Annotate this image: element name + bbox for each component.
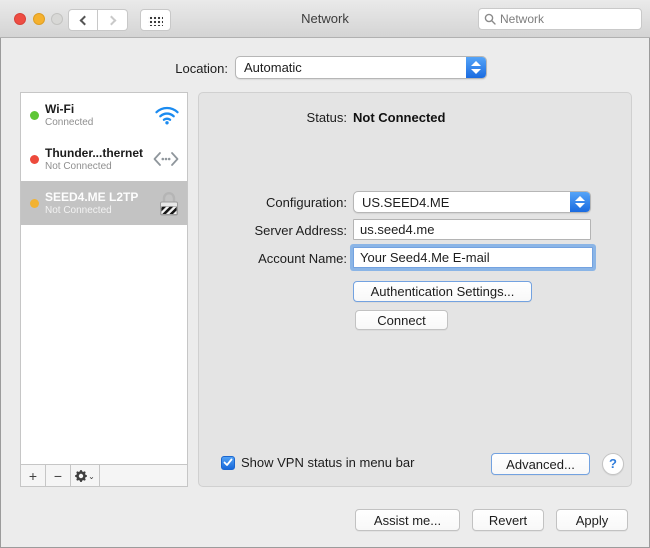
remove-service-button[interactable]: − xyxy=(46,465,71,486)
service-status: Connected xyxy=(45,117,154,128)
network-preferences-window: Network ✕ Location: Automatic Wi-Fi Conn… xyxy=(0,0,650,548)
chevron-down-icon: ⌄ xyxy=(88,472,95,481)
sidebar-item-wifi[interactable]: Wi-Fi Connected xyxy=(21,93,187,137)
assist-me-button[interactable]: Assist me... xyxy=(355,509,460,531)
show-vpn-status-row: Show VPN status in menu bar xyxy=(221,455,414,470)
vpn-lock-icon xyxy=(158,190,180,217)
status-dot-green xyxy=(30,111,39,120)
search-input[interactable] xyxy=(500,12,650,26)
status-dot-yellow xyxy=(30,199,39,208)
show-vpn-status-checkbox[interactable] xyxy=(221,456,235,470)
account-name-input[interactable] xyxy=(353,247,593,268)
status-dot-red xyxy=(30,155,39,164)
wifi-icon xyxy=(154,105,180,125)
add-service-button[interactable]: + xyxy=(21,465,46,486)
location-popup[interactable]: Automatic xyxy=(235,56,487,79)
popup-stepper-icon xyxy=(570,192,590,212)
titlebar: Network ✕ xyxy=(0,0,650,38)
magnifier-icon xyxy=(484,13,496,25)
server-address-label: Server Address: xyxy=(202,223,347,238)
help-button[interactable]: ? xyxy=(602,453,624,475)
ethernet-icon xyxy=(152,150,180,168)
configuration-label: Configuration: xyxy=(202,195,347,210)
advanced-button[interactable]: Advanced... xyxy=(491,453,590,475)
authentication-settings-button[interactable]: Authentication Settings... xyxy=(353,281,532,302)
action-menu-button[interactable]: ⌄ xyxy=(71,465,100,486)
revert-button[interactable]: Revert xyxy=(472,509,544,531)
show-vpn-status-label: Show VPN status in menu bar xyxy=(241,455,414,470)
sidebar-item-seed4me-l2tp[interactable]: SEED4.ME L2TP Not Connected xyxy=(21,181,187,225)
connect-button[interactable]: Connect xyxy=(355,310,448,330)
service-status: Not Connected xyxy=(45,205,158,216)
service-status: Not Connected xyxy=(45,161,152,172)
account-name-label: Account Name: xyxy=(202,251,347,266)
gear-icon xyxy=(75,470,87,482)
service-name: SEED4.ME L2TP xyxy=(45,190,158,204)
status-label: Status: xyxy=(202,110,347,125)
list-action-bar: + − ⌄ xyxy=(21,464,187,486)
server-address-input[interactable] xyxy=(353,219,591,240)
services-list: Wi-Fi Connected Thunder...thernet Not Co… xyxy=(20,92,188,487)
configuration-popup[interactable]: US.SEED4.ME xyxy=(353,191,591,213)
configuration-popup-value: US.SEED4.ME xyxy=(354,195,570,210)
status-value: Not Connected xyxy=(353,110,445,125)
service-name: Wi-Fi xyxy=(45,102,154,116)
sidebar-item-thunderbolt-ethernet[interactable]: Thunder...thernet Not Connected xyxy=(21,137,187,181)
service-detail-pane: Status: Not Connected Configuration: US.… xyxy=(198,92,632,487)
apply-button[interactable]: Apply xyxy=(556,509,628,531)
service-name: Thunder...thernet xyxy=(45,146,152,160)
popup-stepper-icon xyxy=(466,57,486,78)
location-label: Location: xyxy=(128,61,228,76)
checkmark-icon xyxy=(223,458,233,467)
location-popup-value: Automatic xyxy=(236,60,466,75)
search-field[interactable]: ✕ xyxy=(478,8,642,30)
